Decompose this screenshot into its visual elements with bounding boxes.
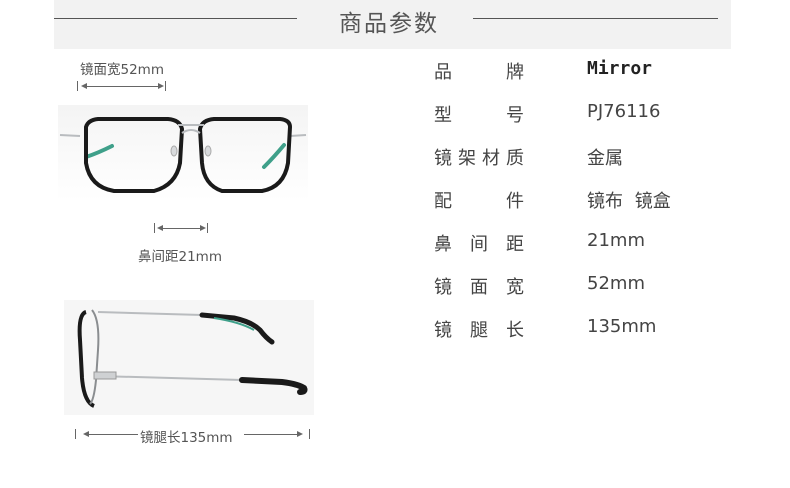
arrow-left-icon [83,431,89,437]
spec-label-temple-length: 镜 腿 长 [434,316,524,342]
temple-tick-left [75,429,76,439]
arrow-left-icon [81,83,87,89]
lens-width-tick-left [77,81,78,91]
bridge-tick-left [154,223,155,233]
spec-label-char: 型 [434,105,452,126]
spec-value-bridge: 21mm [587,230,645,251]
temple-length-label: 镜腿长135mm [140,430,233,446]
spec-label-char: 镜 [434,320,452,341]
spec-label-char: 间 [470,234,488,255]
spec-label-char: 质 [506,148,524,169]
spec-value-temple-length: 135mm [587,316,657,337]
arrow-right-icon [297,431,303,437]
spec-label-model: 型 号 [434,101,524,127]
temple-line-left [86,434,138,435]
spec-value-lens-width: 52mm [587,273,645,294]
spec-label-char: 距 [506,234,524,255]
temple-tick-right [309,429,310,439]
spec-label-char: 鼻 [434,234,452,255]
spec-value-accessories: 镜布 镜盒 [587,191,671,212]
spec-label-lens-width: 镜 面 宽 [434,273,524,299]
spec-label-material: 镜 架 材 质 [434,144,524,170]
spec-label-bridge: 鼻 间 距 [434,230,524,256]
lens-width-tick-right [165,81,166,91]
spec-value-model: PJ76116 [587,101,661,122]
spec-label-char: 配 [434,191,452,212]
bridge-label: 鼻间距21mm [138,249,222,265]
spec-label-char: 宽 [506,277,524,298]
glasses-side-view-image [64,300,314,415]
spec-label-char: 腿 [470,320,488,341]
spec-label-char: 架 [458,148,476,169]
spec-label-accessories: 配 件 [434,187,524,213]
spec-label-char: 品 [434,62,452,83]
spec-label-char: 牌 [506,62,524,83]
spec-label-char: 镜 [434,277,452,298]
lens-width-label: 镜面宽52mm [80,62,164,78]
spec-label-char: 镜 [434,148,452,169]
spec-label-char: 号 [506,105,524,126]
bridge-line [160,228,202,229]
lens-width-line [84,86,160,87]
spec-label-char: 长 [506,320,524,341]
bridge-tick-right [207,223,208,233]
arrow-right-icon [158,83,164,89]
arrow-left-icon [157,225,163,231]
arrow-right-icon [200,225,206,231]
spec-label-char: 件 [506,191,524,212]
header-divider-right [473,18,718,19]
spec-value-material: 金属 [587,148,623,169]
spec-value-brand: Mirror [587,58,653,79]
glasses-front-view-image [58,105,308,201]
spec-label-char: 面 [470,277,488,298]
spec-label-char: 材 [482,148,500,169]
header-divider-left [54,18,297,19]
page-title: 商品参数 [339,11,439,37]
temple-line-right [244,434,299,435]
spec-label-brand: 品 牌 [434,58,524,84]
